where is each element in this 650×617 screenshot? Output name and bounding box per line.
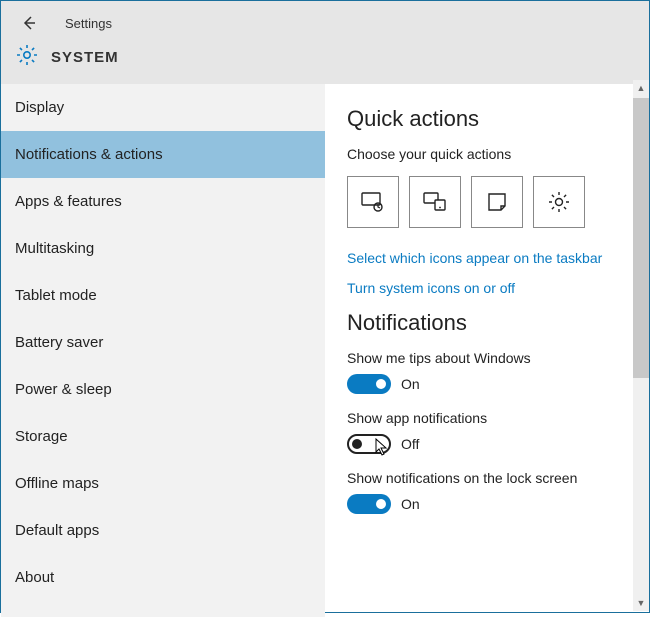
sidebar-item-label: Tablet mode — [15, 287, 97, 304]
sidebar-item-power-sleep[interactable]: Power & sleep — [1, 366, 325, 413]
sidebar-item-tablet-mode[interactable]: Tablet mode — [1, 272, 325, 319]
toggle-label-app: Show app notifications — [347, 410, 627, 426]
toggle-state-lock: On — [401, 496, 420, 512]
sidebar-item-display[interactable]: Display — [1, 84, 325, 131]
main: Display Notifications & actions Apps & f… — [1, 84, 649, 617]
sidebar-item-label: Default apps — [15, 522, 99, 539]
content-pane: Quick actions Choose your quick actions … — [325, 84, 649, 617]
sidebar-item-storage[interactable]: Storage — [1, 413, 325, 460]
sidebar-item-label: Storage — [15, 428, 68, 445]
sidebar-item-label: Multitasking — [15, 240, 94, 257]
gear-icon — [15, 43, 39, 72]
quick-actions-subtitle: Choose your quick actions — [347, 146, 627, 162]
header: Settings SYSTEM — [1, 1, 649, 84]
link-taskbar-icons[interactable]: Select which icons appear on the taskbar — [347, 250, 627, 266]
toggle-row-lock-screen: Show notifications on the lock screen On — [347, 470, 627, 514]
toggle-label-tips: Show me tips about Windows — [347, 350, 627, 366]
quick-tile-note[interactable] — [471, 176, 523, 228]
connect-icon — [422, 189, 448, 215]
back-button[interactable] — [17, 11, 41, 35]
sidebar: Display Notifications & actions Apps & f… — [1, 84, 325, 617]
sidebar-item-label: Notifications & actions — [15, 146, 163, 163]
quick-tile-all-settings[interactable] — [533, 176, 585, 228]
toggle-row-tips: Show me tips about Windows On — [347, 350, 627, 394]
notifications-title: Notifications — [347, 310, 627, 336]
toggle-state-app: Off — [401, 436, 419, 452]
sidebar-item-label: Power & sleep — [15, 381, 112, 398]
all-settings-icon — [547, 190, 571, 214]
sidebar-item-label: Battery saver — [15, 334, 103, 351]
toggle-lock-screen[interactable] — [347, 494, 391, 514]
sidebar-item-label: Display — [15, 99, 64, 116]
scrollbar[interactable]: ▲ ▼ — [633, 80, 649, 611]
toggle-row-app-notifications: Show app notifications Off — [347, 410, 627, 454]
sidebar-item-offline-maps[interactable]: Offline maps — [1, 460, 325, 507]
toggle-state-tips: On — [401, 376, 420, 392]
window-title: Settings — [65, 16, 112, 31]
link-system-icons[interactable]: Turn system icons on or off — [347, 280, 627, 296]
sidebar-item-label: Apps & features — [15, 193, 122, 210]
scroll-thumb[interactable] — [633, 98, 649, 378]
sidebar-item-about[interactable]: About — [1, 554, 325, 601]
toggle-app-notifications[interactable] — [347, 434, 391, 454]
quick-actions-title: Quick actions — [347, 106, 627, 132]
scroll-up-icon[interactable]: ▲ — [633, 80, 649, 96]
category-title: SYSTEM — [51, 49, 119, 66]
sidebar-item-label: About — [15, 569, 54, 586]
back-arrow-icon — [20, 14, 38, 32]
quick-tile-connect[interactable] — [409, 176, 461, 228]
note-icon — [485, 190, 509, 214]
sidebar-item-battery-saver[interactable]: Battery saver — [1, 319, 325, 366]
sidebar-item-notifications-actions[interactable]: Notifications & actions — [1, 131, 325, 178]
toggle-tips[interactable] — [347, 374, 391, 394]
sidebar-item-default-apps[interactable]: Default apps — [1, 507, 325, 554]
quick-actions-grid — [347, 176, 627, 228]
category-row: SYSTEM — [1, 37, 649, 72]
sidebar-item-label: Offline maps — [15, 475, 99, 492]
quick-tile-tablet-mode[interactable] — [347, 176, 399, 228]
sidebar-item-multitasking[interactable]: Multitasking — [1, 225, 325, 272]
titlebar: Settings — [1, 9, 649, 37]
sidebar-item-apps-features[interactable]: Apps & features — [1, 178, 325, 225]
scroll-down-icon[interactable]: ▼ — [633, 595, 649, 611]
toggle-label-lock: Show notifications on the lock screen — [347, 470, 627, 486]
tablet-mode-icon — [360, 189, 386, 215]
